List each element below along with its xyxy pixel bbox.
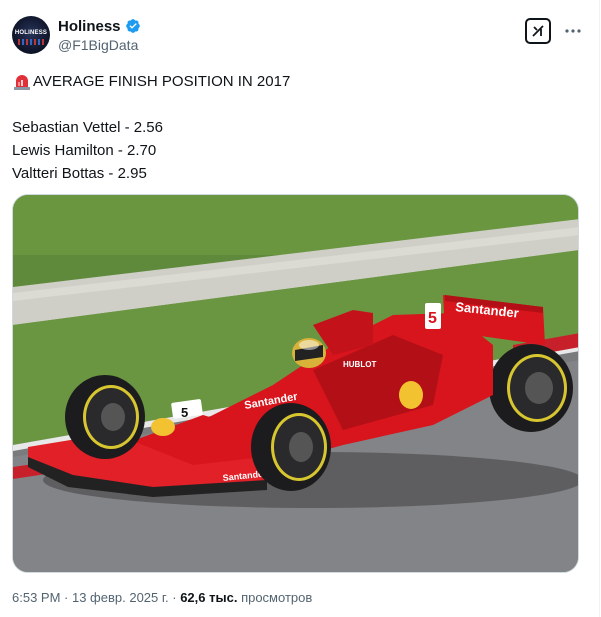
tweet-text: AVERAGE FINISH POSITION IN 2017 Sebastia… bbox=[12, 70, 572, 185]
more-icon bbox=[565, 29, 581, 33]
views-count: 62,6 тыс. bbox=[180, 590, 238, 605]
verified-badge-icon bbox=[125, 19, 140, 33]
avatar[interactable]: HOLINESS bbox=[12, 16, 50, 54]
avatar-logo-text: HOLINESS bbox=[14, 30, 48, 36]
grok-icon bbox=[532, 25, 544, 37]
tweet-card: HOLINESS Holiness @F1BigData AVERAGE FIN… bbox=[0, 0, 601, 617]
tweet-line: Sebastian Vettel - 2.56 bbox=[12, 119, 163, 136]
engine-cover-number: 5 bbox=[428, 310, 437, 327]
display-name[interactable]: Holiness bbox=[58, 18, 121, 35]
tweet-date[interactable]: 13 февр. 2025 г. bbox=[72, 590, 169, 605]
more-options-button[interactable] bbox=[562, 20, 584, 42]
rotating-light-icon bbox=[14, 74, 30, 90]
column-divider bbox=[599, 0, 600, 617]
tweet-line: Valtteri Bottas - 2.95 bbox=[12, 165, 147, 182]
tweet-headline-line: AVERAGE FINISH POSITION IN 2017 bbox=[12, 70, 572, 93]
tweet-time[interactable]: 6:53 PM bbox=[12, 590, 60, 605]
author-handle[interactable]: @F1BigData bbox=[58, 37, 138, 53]
tweet-meta: 6:53 PM · 13 февр. 2025 г. · 62,6 тыс. п… bbox=[12, 590, 312, 605]
views-label: просмотров bbox=[241, 590, 313, 605]
engine-cover-text: HUBLOT bbox=[343, 360, 376, 369]
meta-separator: · bbox=[60, 590, 72, 605]
tweet-line: Lewis Hamilton - 2.70 bbox=[12, 142, 157, 159]
grok-button[interactable] bbox=[525, 18, 551, 44]
author-name-row[interactable]: Holiness bbox=[58, 17, 141, 35]
ferrari-car-photo: Santander HUBLOT 5 Santander 5 Santander bbox=[13, 195, 578, 572]
tweet-headline: AVERAGE FINISH POSITION IN 2017 bbox=[33, 73, 291, 90]
tweet-media-photo[interactable]: Santander HUBLOT 5 Santander 5 Santander bbox=[12, 194, 579, 573]
avatar-decoration bbox=[18, 39, 44, 45]
meta-separator: · bbox=[168, 590, 181, 605]
nose-number: 5 bbox=[181, 405, 188, 420]
